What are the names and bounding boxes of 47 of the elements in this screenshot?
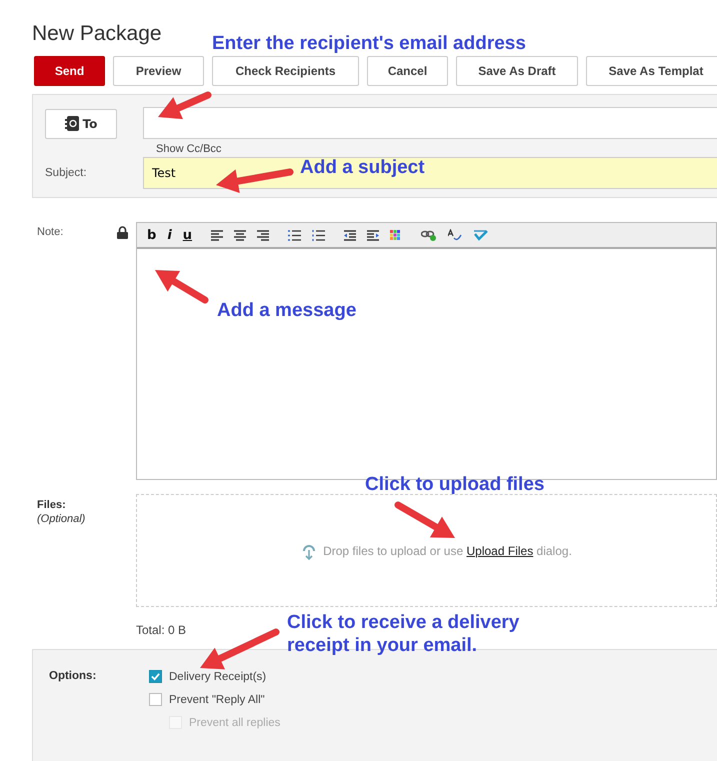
indent-icon[interactable] xyxy=(367,230,380,240)
action-button[interactable]: Check Recipients xyxy=(212,56,359,86)
annotation-text: Click to upload files xyxy=(365,473,544,496)
checkmark-icon[interactable] xyxy=(473,229,488,241)
address-book-icon xyxy=(64,116,79,131)
checkbox[interactable] xyxy=(149,670,162,683)
subject-label: Subject: xyxy=(45,167,88,179)
pointer-arrow xyxy=(155,270,208,304)
lock-icon xyxy=(117,226,128,239)
format-button[interactable]: b xyxy=(147,228,156,242)
spell-check-icon[interactable] xyxy=(448,228,462,242)
align-icon[interactable] xyxy=(234,230,246,240)
annotation-text: Add a message xyxy=(217,299,356,322)
checkbox[interactable] xyxy=(149,693,162,706)
color-grid-icon[interactable] xyxy=(390,230,400,240)
numbered-list-icon[interactable] xyxy=(312,230,326,240)
annotation-text: Add a subject xyxy=(300,156,425,179)
bullet-list-icon[interactable] xyxy=(288,230,302,240)
options-label: Options: xyxy=(49,670,98,684)
note-label: Note: xyxy=(37,226,64,238)
files-label: Files: xyxy=(37,499,67,511)
link-icon[interactable] xyxy=(421,230,438,240)
action-button[interactable]: Save As Draft xyxy=(456,56,578,86)
annotation-text: Enter the recipient's email address xyxy=(212,32,526,55)
show-cc-bcc-link[interactable]: Show Cc/Bcc xyxy=(156,143,222,155)
format-button[interactable]: u xyxy=(182,228,192,242)
optional-hint: (Optional) xyxy=(37,513,86,525)
to-button[interactable]: To xyxy=(45,108,117,138)
action-button[interactable]: Send xyxy=(34,56,105,86)
align-icon[interactable] xyxy=(211,230,224,240)
pointer-arrow xyxy=(394,502,455,538)
upload-files-link[interactable]: Upload Files xyxy=(466,544,534,558)
checkbox-label: Prevent "Reply All" xyxy=(169,694,265,706)
checkbox-label: Delivery Receipt(s) xyxy=(169,670,266,682)
pointer-arrow xyxy=(158,92,212,120)
format-button[interactable]: i xyxy=(167,228,172,242)
total-size: Total: 0 B xyxy=(136,623,186,637)
align-icon[interactable] xyxy=(257,230,270,240)
recipient-field[interactable] xyxy=(143,107,717,139)
action-button[interactable]: Preview xyxy=(113,56,204,86)
page-title: New Package xyxy=(32,22,162,46)
action-button[interactable]: Cancel xyxy=(367,56,448,86)
action-button[interactable]: Save As Templat xyxy=(586,56,717,86)
outdent-icon[interactable] xyxy=(344,230,356,240)
annotation-text: Click to receive a delivery receipt in your email. xyxy=(287,611,520,657)
checkbox-label: Prevent all replies xyxy=(189,716,280,728)
drop-instructions: Drop files to upload or use Upload Files dialog. xyxy=(323,544,572,558)
